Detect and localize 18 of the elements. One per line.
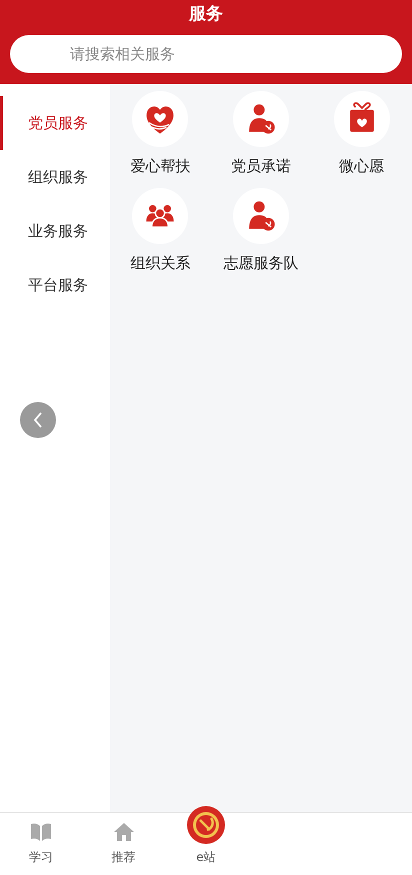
service-label[interactable]: 志愿服务队 [223,252,298,274]
service-label[interactable]: 微心愿 [339,155,384,178]
sidebar-tab[interactable]: 平台服务 [0,258,110,312]
sidebar-tab[interactable]: 业务服务 [0,204,110,258]
nav-tab[interactable]: 推荐 [82,813,165,875]
back-icon [33,412,43,428]
emblem-icon [186,805,226,845]
home-icon [112,822,135,842]
search-field[interactable]: 请搜索相关服务 [10,35,402,73]
nav-tab[interactable]: e站 [164,803,248,875]
nav-tab[interactable]: 学习 [0,813,82,875]
service-label[interactable]: 组织关系 [130,252,190,274]
service-label[interactable]: 爱心帮扶 [130,155,190,178]
sidebar-tab[interactable]: 组织服务 [0,150,110,204]
service-label[interactable]: 党员承诺 [230,155,291,178]
book-icon [30,822,52,842]
sidebar-tab[interactable]: 党员服务 [0,96,110,150]
page-title: 服务 [189,4,223,26]
